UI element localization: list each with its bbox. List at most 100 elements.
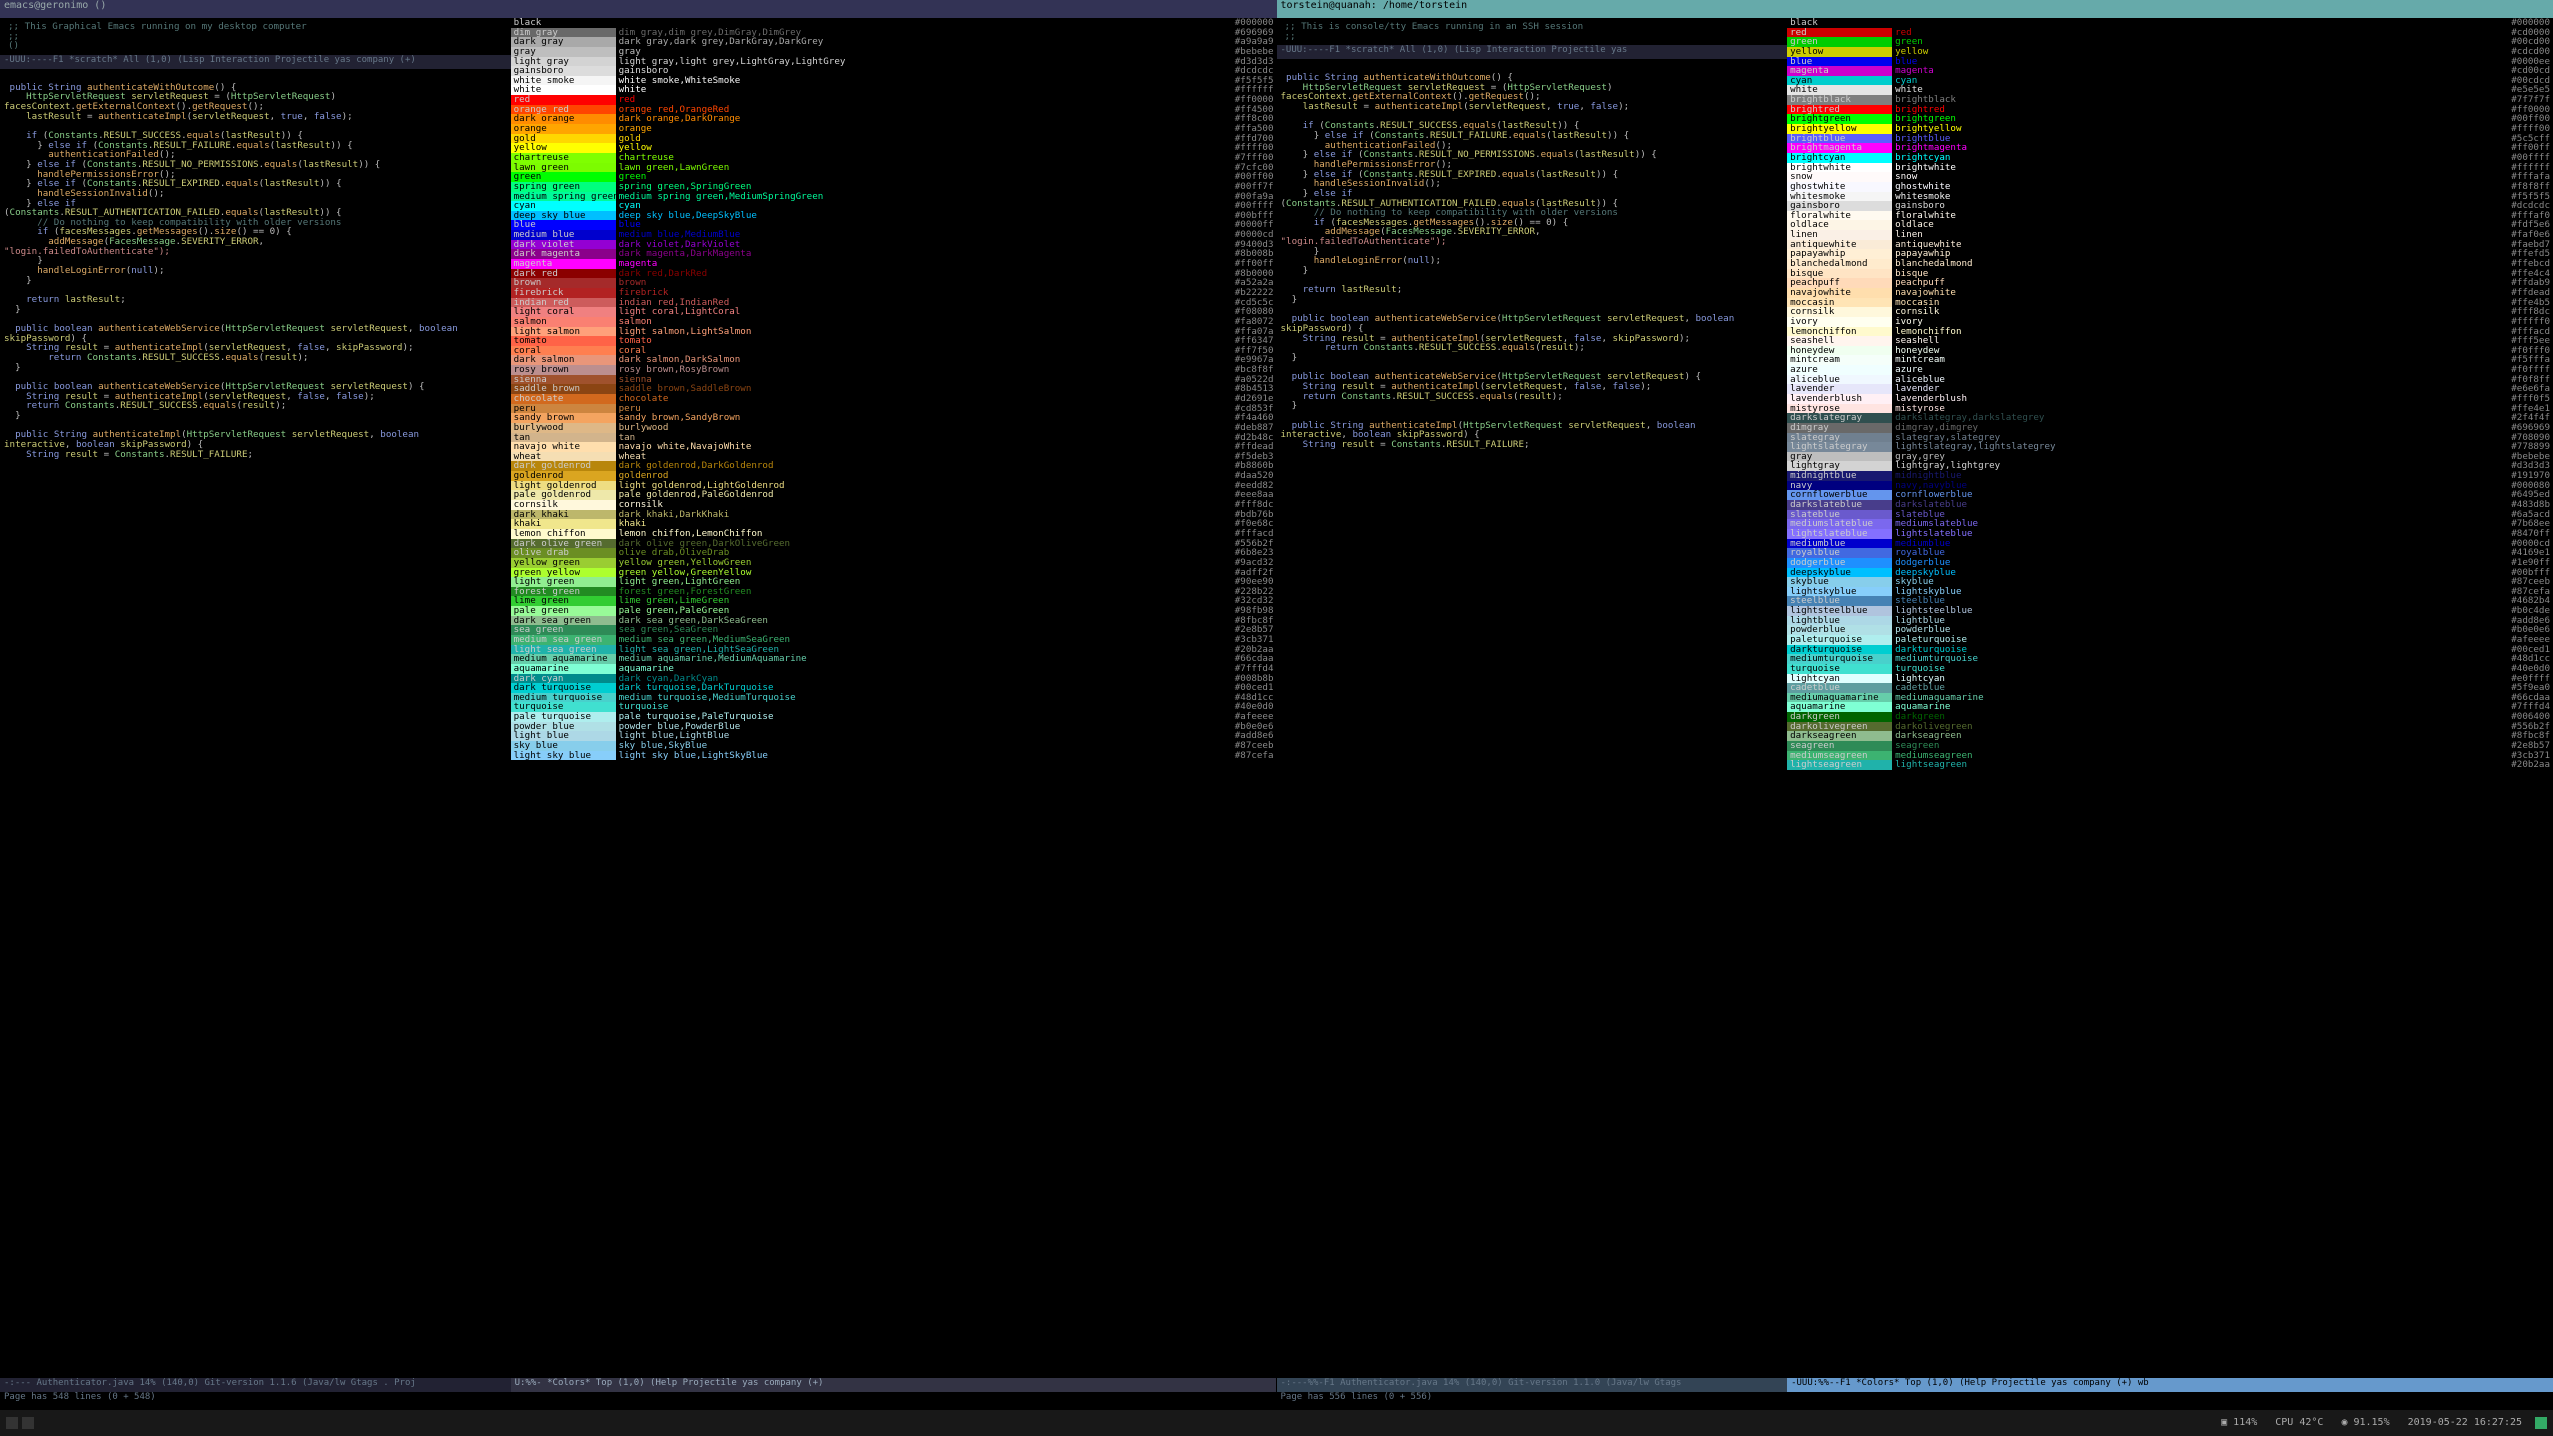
color-row[interactable]: saddle brown saddle brown,SaddleBrown #8… bbox=[511, 384, 1277, 394]
color-row[interactable]: sandy brown sandy brown,SandyBrown #f4a4… bbox=[511, 413, 1277, 423]
color-row[interactable]: gainsboro gainsboro #dcdcdc bbox=[511, 66, 1277, 76]
color-row[interactable]: lemon chiffon lemon chiffon,LemonChiffon… bbox=[511, 529, 1277, 539]
color-row[interactable]: slategray slategray,slategrey #708090 bbox=[1787, 433, 2553, 443]
color-row[interactable]: brightred brightred #ff0000 bbox=[1787, 105, 2553, 115]
color-row[interactable]: peru peru #cd853f bbox=[511, 404, 1277, 414]
color-row[interactable]: navajo white navajo white,NavajoWhite #f… bbox=[511, 442, 1277, 452]
color-row[interactable]: papayawhip papayawhip #ffefd5 bbox=[1787, 249, 2553, 259]
workspace-icon[interactable] bbox=[6, 1417, 18, 1429]
color-row[interactable]: magenta magenta #ff00ff bbox=[511, 259, 1277, 269]
color-row[interactable]: deepskyblue deepskyblue #00bfff bbox=[1787, 568, 2553, 578]
color-row[interactable]: oldlace oldlace #fdf5e6 bbox=[1787, 220, 2553, 230]
color-row[interactable]: indian red indian red,IndianRed #cd5c5c bbox=[511, 298, 1277, 308]
color-row[interactable]: wheat wheat #f5deb3 bbox=[511, 452, 1277, 462]
code-buffer-right[interactable]: ;; This is console/tty Emacs running in … bbox=[1277, 18, 1788, 1406]
color-row[interactable]: dim gray dim gray,dim grey,DimGray,DimGr… bbox=[511, 28, 1277, 38]
color-row[interactable]: light coral light coral,LightCoral #f080… bbox=[511, 307, 1277, 317]
color-row[interactable]: medium aquamarine medium aquamarine,Medi… bbox=[511, 654, 1277, 664]
color-row[interactable]: lemonchiffon lemonchiffon #fffacd bbox=[1787, 327, 2553, 337]
color-row[interactable]: green yellow green yellow,GreenYellow #a… bbox=[511, 568, 1277, 578]
color-row[interactable]: black black #000000 bbox=[511, 18, 1277, 28]
color-row[interactable]: turquoise turquoise #40e0d0 bbox=[511, 702, 1277, 712]
color-row[interactable]: lavenderblush lavenderblush #fff0f5 bbox=[1787, 394, 2553, 404]
color-row[interactable]: darkgreen darkgreen #006400 bbox=[1787, 712, 2553, 722]
color-row[interactable]: cornflowerblue cornflowerblue #6495ed bbox=[1787, 490, 2553, 500]
taskbar[interactable]: ▣ 114% CPU 42°C ◉ 91.15% 2019-05-22 16:2… bbox=[0, 1410, 2553, 1436]
color-row[interactable]: green green #00ff00 bbox=[511, 172, 1277, 182]
color-row[interactable]: antiquewhite antiquewhite #faebd7 bbox=[1787, 240, 2553, 250]
color-row[interactable]: light sea green light sea green,LightSea… bbox=[511, 645, 1277, 655]
color-row[interactable]: lawn green lawn green,LawnGreen #7cfc00 bbox=[511, 163, 1277, 173]
color-row[interactable]: darkslateblue darkslateblue #483d8b bbox=[1787, 500, 2553, 510]
java-source-left[interactable]: public String authenticateWithOutcome() … bbox=[4, 73, 507, 459]
color-row[interactable]: light sky blue light sky blue,LightSkyBl… bbox=[511, 751, 1277, 761]
color-row[interactable]: light blue light blue,LightBlue #add8e6 bbox=[511, 731, 1277, 741]
color-row[interactable]: forest green forest green,ForestGreen #2… bbox=[511, 587, 1277, 597]
color-row[interactable]: coral coral #ff7f50 bbox=[511, 346, 1277, 356]
color-row[interactable]: floralwhite floralwhite #fffaf0 bbox=[1787, 211, 2553, 221]
color-row[interactable]: salmon salmon #fa8072 bbox=[511, 317, 1277, 327]
color-row[interactable]: dark red dark red,DarkRed #8b0000 bbox=[511, 269, 1277, 279]
code-buffer-left[interactable]: ;; This Graphical Emacs running on my de… bbox=[0, 18, 511, 1406]
color-row[interactable]: red red #ff0000 bbox=[511, 95, 1277, 105]
color-row[interactable]: yellow yellow #cdcd00 bbox=[1787, 47, 2553, 57]
color-row[interactable]: tomato tomato #ff6347 bbox=[511, 336, 1277, 346]
color-row[interactable]: aquamarine aquamarine #7fffd4 bbox=[511, 664, 1277, 674]
color-row[interactable]: aquamarine aquamarine #7fffd4 bbox=[1787, 702, 2553, 712]
color-row[interactable]: linen linen #faf0e6 bbox=[1787, 230, 2553, 240]
color-row[interactable]: gray gray #bebebe bbox=[511, 47, 1277, 57]
color-row[interactable]: aliceblue aliceblue #f0f8ff bbox=[1787, 375, 2553, 385]
color-row[interactable]: khaki khaki #f0e68c bbox=[511, 519, 1277, 529]
color-row[interactable]: skyblue skyblue #87ceeb bbox=[1787, 577, 2553, 587]
color-row[interactable]: white smoke white smoke,WhiteSmoke #f5f5… bbox=[511, 76, 1277, 86]
color-row[interactable]: olive drab olive drab,OliveDrab #6b8e23 bbox=[511, 548, 1277, 558]
color-row[interactable]: lightseagreen lightseagreen #20b2aa bbox=[1787, 760, 2553, 770]
color-row[interactable]: dark olive green dark olive green,DarkOl… bbox=[511, 539, 1277, 549]
color-row[interactable]: mistyrose mistyrose #ffe4e1 bbox=[1787, 404, 2553, 414]
color-row[interactable]: gold gold #ffd700 bbox=[511, 134, 1277, 144]
color-row[interactable]: dark orange dark orange,DarkOrange #ff8c… bbox=[511, 114, 1277, 124]
color-row[interactable]: medium blue medium blue,MediumBlue #0000… bbox=[511, 230, 1277, 240]
color-row[interactable]: sea green sea green,SeaGreen #2e8b57 bbox=[511, 625, 1277, 635]
color-row[interactable]: dark sea green dark sea green,DarkSeaGre… bbox=[511, 616, 1277, 626]
color-row[interactable]: cornsilk cornsilk #fff8dc bbox=[1787, 307, 2553, 317]
color-row[interactable]: gainsboro gainsboro #dcdcdc bbox=[1787, 201, 2553, 211]
color-row[interactable]: whitesmoke whitesmoke #f5f5f5 bbox=[1787, 192, 2553, 202]
colors-buffer-right[interactable]: black black #000000 red red #cd0000 gree… bbox=[1787, 18, 2553, 1406]
color-row[interactable]: burlywood burlywood #deb887 bbox=[511, 423, 1277, 433]
color-row[interactable]: yellow yellow #ffff00 bbox=[511, 143, 1277, 153]
color-row[interactable]: darkseagreen darkseagreen #8fbc8f bbox=[1787, 731, 2553, 741]
color-row[interactable]: turquoise turquoise #40e0d0 bbox=[1787, 664, 2553, 674]
color-row[interactable]: mediumturquoise mediumturquoise #48d1cc bbox=[1787, 654, 2553, 664]
color-row[interactable]: brightmagenta brightmagenta #ff00ff bbox=[1787, 143, 2553, 153]
color-row[interactable]: white white #ffffff bbox=[511, 85, 1277, 95]
color-row[interactable]: midnightblue midnightblue #191970 bbox=[1787, 471, 2553, 481]
color-row[interactable]: cadetblue cadetblue #5f9ea0 bbox=[1787, 683, 2553, 693]
color-row[interactable]: gray gray,grey #bebebe bbox=[1787, 452, 2553, 462]
color-row[interactable]: lavender lavender #e6e6fa bbox=[1787, 384, 2553, 394]
color-row[interactable]: brightcyan brightcyan #00ffff bbox=[1787, 153, 2553, 163]
color-row[interactable]: light salmon light salmon,LightSalmon #f… bbox=[511, 327, 1277, 337]
color-row[interactable]: blue blue #0000ee bbox=[1787, 57, 2553, 67]
color-row[interactable]: orange orange #ffa500 bbox=[511, 124, 1277, 134]
color-row[interactable]: snow snow #fffafa bbox=[1787, 172, 2553, 182]
color-row[interactable]: dimgray dimgray,dimgrey #696969 bbox=[1787, 423, 2553, 433]
color-row[interactable]: dodgerblue dodgerblue #1e90ff bbox=[1787, 558, 2553, 568]
color-row[interactable]: tan tan #d2b48c bbox=[511, 433, 1277, 443]
color-row[interactable]: chocolate chocolate #d2691e bbox=[511, 394, 1277, 404]
color-row[interactable]: navy navy,navyblue #000080 bbox=[1787, 481, 2553, 491]
color-row[interactable]: light gray light gray,light grey,LightGr… bbox=[511, 57, 1277, 67]
color-row[interactable]: lime green lime green,LimeGreen #32cd32 bbox=[511, 596, 1277, 606]
color-row[interactable]: slateblue slateblue #6a5acd bbox=[1787, 510, 2553, 520]
color-row[interactable]: dark salmon dark salmon,DarkSalmon #e996… bbox=[511, 355, 1277, 365]
color-row[interactable]: chartreuse chartreuse #7fff00 bbox=[511, 153, 1277, 163]
color-row[interactable]: sky blue sky blue,SkyBlue #87ceeb bbox=[511, 741, 1277, 751]
color-row[interactable]: lightslateblue lightslateblue #8470ff bbox=[1787, 529, 2553, 539]
color-row[interactable]: brightyellow brightyellow #ffff00 bbox=[1787, 124, 2553, 134]
color-row[interactable]: lightslategray lightslategray,lightslate… bbox=[1787, 442, 2553, 452]
color-row[interactable]: brightblue brightblue #5c5cff bbox=[1787, 134, 2553, 144]
color-row[interactable]: brightgreen brightgreen #00ff00 bbox=[1787, 114, 2553, 124]
color-row[interactable]: magenta magenta #cd00cd bbox=[1787, 66, 2553, 76]
tray-icon[interactable] bbox=[2535, 1417, 2547, 1429]
color-row[interactable]: lightgray lightgray,lightgrey #d3d3d3 bbox=[1787, 461, 2553, 471]
